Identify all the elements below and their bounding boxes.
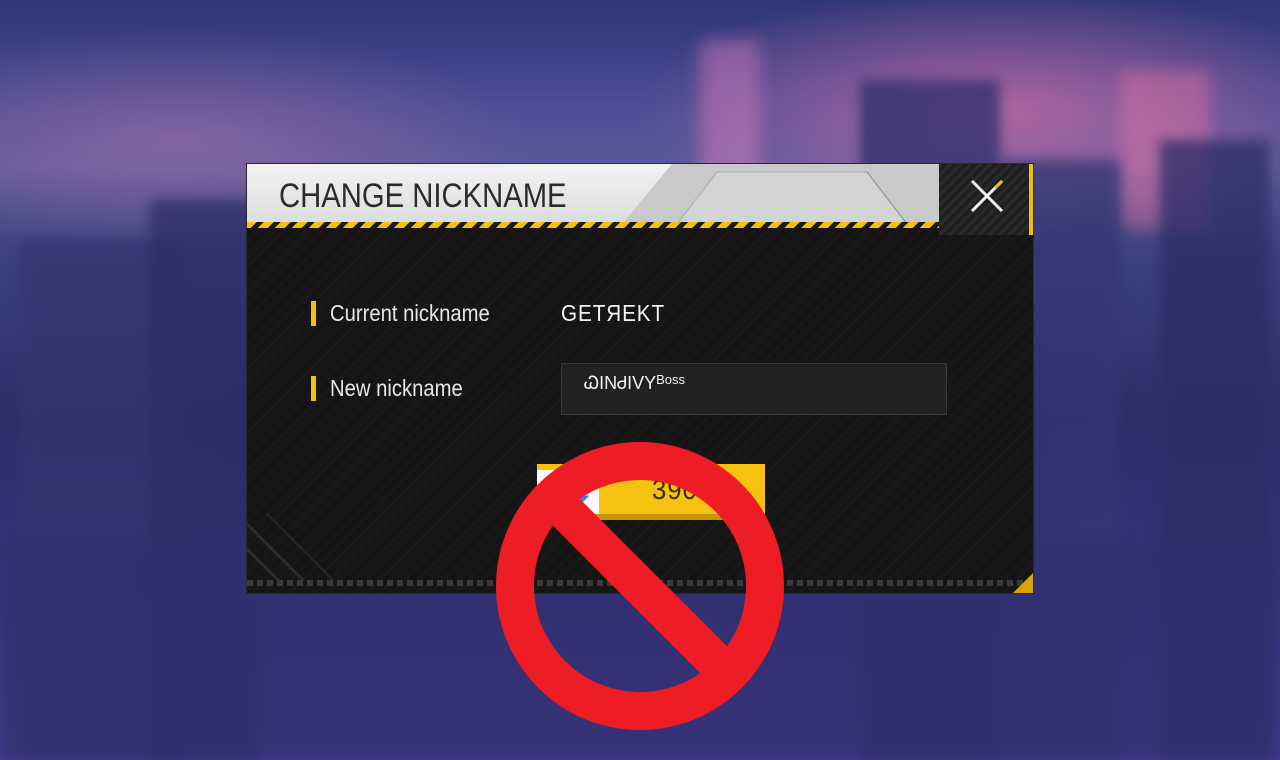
prohibited-icon [496, 442, 784, 730]
current-nickname-value: GETЯEKT [561, 300, 666, 326]
current-row-marker [311, 301, 316, 326]
hazard-stripe [247, 222, 939, 228]
dialog-header: CHANGE NICKNAME [247, 164, 939, 224]
new-row-marker [311, 376, 316, 401]
dialog-title: CHANGE NICKNAME [279, 177, 567, 215]
new-nickname-label: New nickname [330, 375, 463, 401]
close-button[interactable] [969, 178, 1005, 214]
close-x-icon [970, 179, 1004, 213]
new-nickname-suffix: Boss [656, 372, 685, 387]
new-nickname-input[interactable]: ᏇINᏧIVYBoss [561, 363, 947, 415]
corner-decoration [247, 513, 338, 584]
current-nickname-label: Current nickname [330, 300, 490, 326]
corner-accent [1013, 573, 1033, 593]
new-nickname-text: ᏇINᏧIVY [584, 373, 657, 393]
